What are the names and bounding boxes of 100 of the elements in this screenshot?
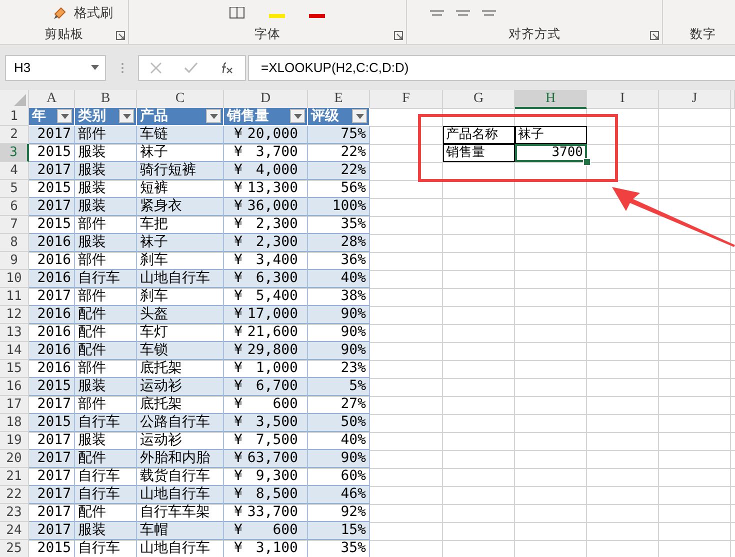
table-cell: 服装 [75,522,137,540]
table-cell: 配件 [75,342,137,360]
table-cell: 600 [272,396,298,413]
dialog-launcher-icon[interactable] [394,31,403,40]
check-icon[interactable] [184,62,198,74]
table-cell: 100% [308,198,370,216]
column-header[interactable]: G [443,90,515,109]
row-header[interactable]: 23 [0,504,29,522]
row-header[interactable]: 12 [0,306,29,324]
row-header[interactable]: 1 [0,108,29,126]
filter-button[interactable] [119,109,134,123]
table-cell: 3,500 [256,414,298,431]
format-painter-icon [52,5,68,21]
table-cell: 2017 [29,522,75,540]
table-cell: 车帽 [137,522,224,540]
table-cell: 75% [308,126,370,144]
row-header[interactable]: 3 [0,144,29,162]
dialog-launcher-icon[interactable] [116,31,125,40]
currency-symbol: ¥ [234,216,242,233]
row-header[interactable]: 4 [0,162,29,180]
row-header[interactable]: 14 [0,342,29,360]
fill-handle[interactable] [583,158,591,166]
column-heading: 年 [29,108,75,126]
table-cell: 服装 [75,162,137,180]
row-header[interactable]: 19 [0,432,29,450]
row-header[interactable]: 16 [0,378,29,396]
table-cell: 自行车 [75,414,137,432]
dialog-launcher-icon[interactable] [650,31,659,40]
row-header[interactable]: 21 [0,468,29,486]
table-cell: 2015 [29,540,75,557]
table-cell: 2015 [29,378,75,396]
column-header[interactable]: H [515,90,587,109]
column-header[interactable]: A [29,90,75,109]
table-cell: 9,300 [256,468,298,485]
table-cell: 8,500 [256,486,298,503]
table-cell: 服装 [75,234,137,252]
row-header[interactable]: 9 [0,252,29,270]
filter-button[interactable] [290,109,305,123]
filter-button[interactable] [206,109,221,123]
table-cell: 2015 [29,414,75,432]
column-header[interactable]: F [370,90,443,109]
column-header[interactable]: B [75,90,137,109]
column-header[interactable]: J [659,90,731,109]
group-label: 对齐方式 [508,26,562,43]
name-box[interactable]: H3 [5,54,106,80]
row-header[interactable]: 6 [0,198,29,216]
row-header[interactable]: 24 [0,522,29,540]
row-header[interactable]: 10 [0,270,29,288]
table-cell: 山地自行车 [137,270,224,288]
function-icon[interactable] [220,62,234,74]
row-header[interactable]: 2 [0,126,29,144]
table-cell: 自行车 [75,540,137,557]
align-icon[interactable] [481,9,497,17]
row-header[interactable]: 25 [0,540,29,557]
table-cell: 21,600 [247,324,298,341]
row-header[interactable]: 5 [0,180,29,198]
currency-symbol: ¥ [234,234,242,251]
table-cell: 3,400 [256,252,298,269]
table-cell: 紧身衣 [137,198,224,216]
column-header[interactable]: I [587,90,659,109]
table-cell: 90% [308,306,370,324]
table-cell: 5,400 [256,288,298,305]
table-cell: 90% [308,342,370,360]
currency-symbol: ¥ [234,252,242,269]
row-header[interactable]: 17 [0,396,29,414]
row-header[interactable]: 20 [0,450,29,468]
row-header[interactable]: 15 [0,360,29,378]
table-cell: 2016 [29,342,75,360]
group-label: 剪贴板 [44,26,84,43]
table-cell: 29,800 [247,342,298,359]
table-cell: 袜子 [515,126,587,144]
table-cell: 13,300 [247,180,298,197]
format-painter-button[interactable]: 格式刷 [74,4,113,22]
currency-symbol: ¥ [234,360,242,377]
align-icon[interactable] [429,9,445,17]
borders-icon[interactable] [229,7,245,19]
table-cell: 部件 [75,126,137,144]
currency-symbol: ¥ [234,396,242,413]
formula-field[interactable]: =XLOOKUP(H2,C:C,D:D) [248,54,735,80]
table-cell: 3,700 [256,144,298,161]
table-cell: 服装 [75,198,137,216]
dropdown-icon[interactable] [91,65,99,70]
row-header[interactable]: 22 [0,486,29,504]
table-cell: 4,000 [256,162,298,179]
table-cell: 外胎和内胎 [137,450,224,468]
table-cell: 1,000 [256,360,298,377]
table-cell: 车链 [137,126,224,144]
filter-button[interactable] [57,109,72,123]
align-icon[interactable] [455,9,471,17]
column-header[interactable]: D [224,90,308,109]
column-header[interactable]: C [137,90,224,109]
row-header[interactable]: 13 [0,324,29,342]
table-cell: 15% [308,522,370,540]
filter-button[interactable] [352,109,367,123]
row-header[interactable]: 11 [0,288,29,306]
column-header[interactable]: E [308,90,370,109]
currency-symbol: ¥ [234,504,242,521]
row-header[interactable]: 7 [0,216,29,234]
row-header[interactable]: 18 [0,414,29,432]
row-header[interactable]: 8 [0,234,29,252]
